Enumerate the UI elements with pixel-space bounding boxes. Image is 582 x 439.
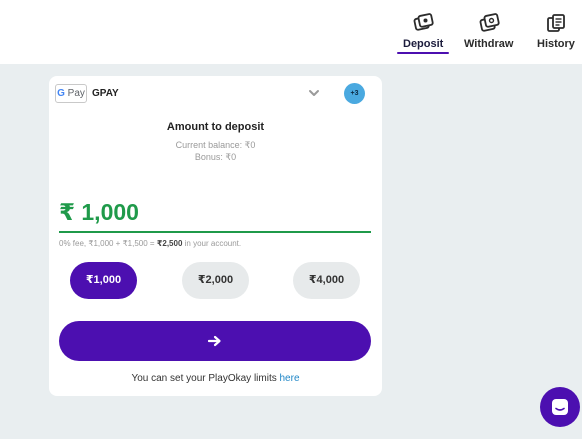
payment-method-selector[interactable]: G Pay GPAY +3: [49, 76, 382, 110]
deposit-submit-button[interactable]: [59, 321, 371, 361]
history-icon: [547, 14, 565, 32]
quick-amount-4000[interactable]: ₹4,000: [293, 262, 360, 299]
methods-count-badge[interactable]: +3: [344, 83, 365, 104]
chat-launcher-button[interactable]: [540, 387, 580, 427]
quick-amount-2000[interactable]: ₹2,000: [182, 262, 249, 299]
gpay-logo: G Pay: [55, 84, 87, 103]
deposit-card: G Pay GPAY +3 Amount to deposit Current …: [49, 76, 382, 396]
fee-total: ₹2,500: [156, 239, 183, 248]
limits-note: You can set your PlayOkay limits here: [131, 373, 300, 384]
deposit-icon: [413, 13, 434, 31]
tab-deposit-label: Deposit: [403, 38, 444, 50]
tab-withdraw-label: Withdraw: [464, 38, 514, 50]
payment-method-name: GPAY: [92, 88, 119, 99]
amount-title: Amount to deposit: [166, 121, 265, 133]
tab-history-label: History: [537, 38, 575, 50]
current-balance: Current balance: ₹0: [175, 140, 256, 150]
bonus-balance: Bonus: ₹0: [194, 152, 237, 162]
tab-deposit[interactable]: Deposit: [403, 12, 443, 56]
amount-input[interactable]: ₹ 1,000: [59, 197, 371, 233]
active-tab-indicator: [397, 52, 449, 54]
amount-value[interactable]: ₹ 1,000: [59, 199, 139, 226]
tab-history[interactable]: History: [537, 12, 575, 56]
chat-icon: [552, 399, 568, 415]
fee-summary: 0% fee, ₹1,000 + ₹1,500 = ₹2,500 in your…: [59, 239, 242, 248]
limits-link[interactable]: here: [280, 373, 300, 384]
withdraw-icon: [479, 13, 500, 32]
quick-amount-1000[interactable]: ₹1,000: [70, 262, 137, 299]
tab-withdraw[interactable]: Withdraw: [464, 12, 513, 56]
arrow-right-icon: [208, 335, 221, 347]
top-navigation: Deposit Withdraw History: [0, 0, 582, 64]
chevron-down-icon[interactable]: [308, 87, 320, 99]
